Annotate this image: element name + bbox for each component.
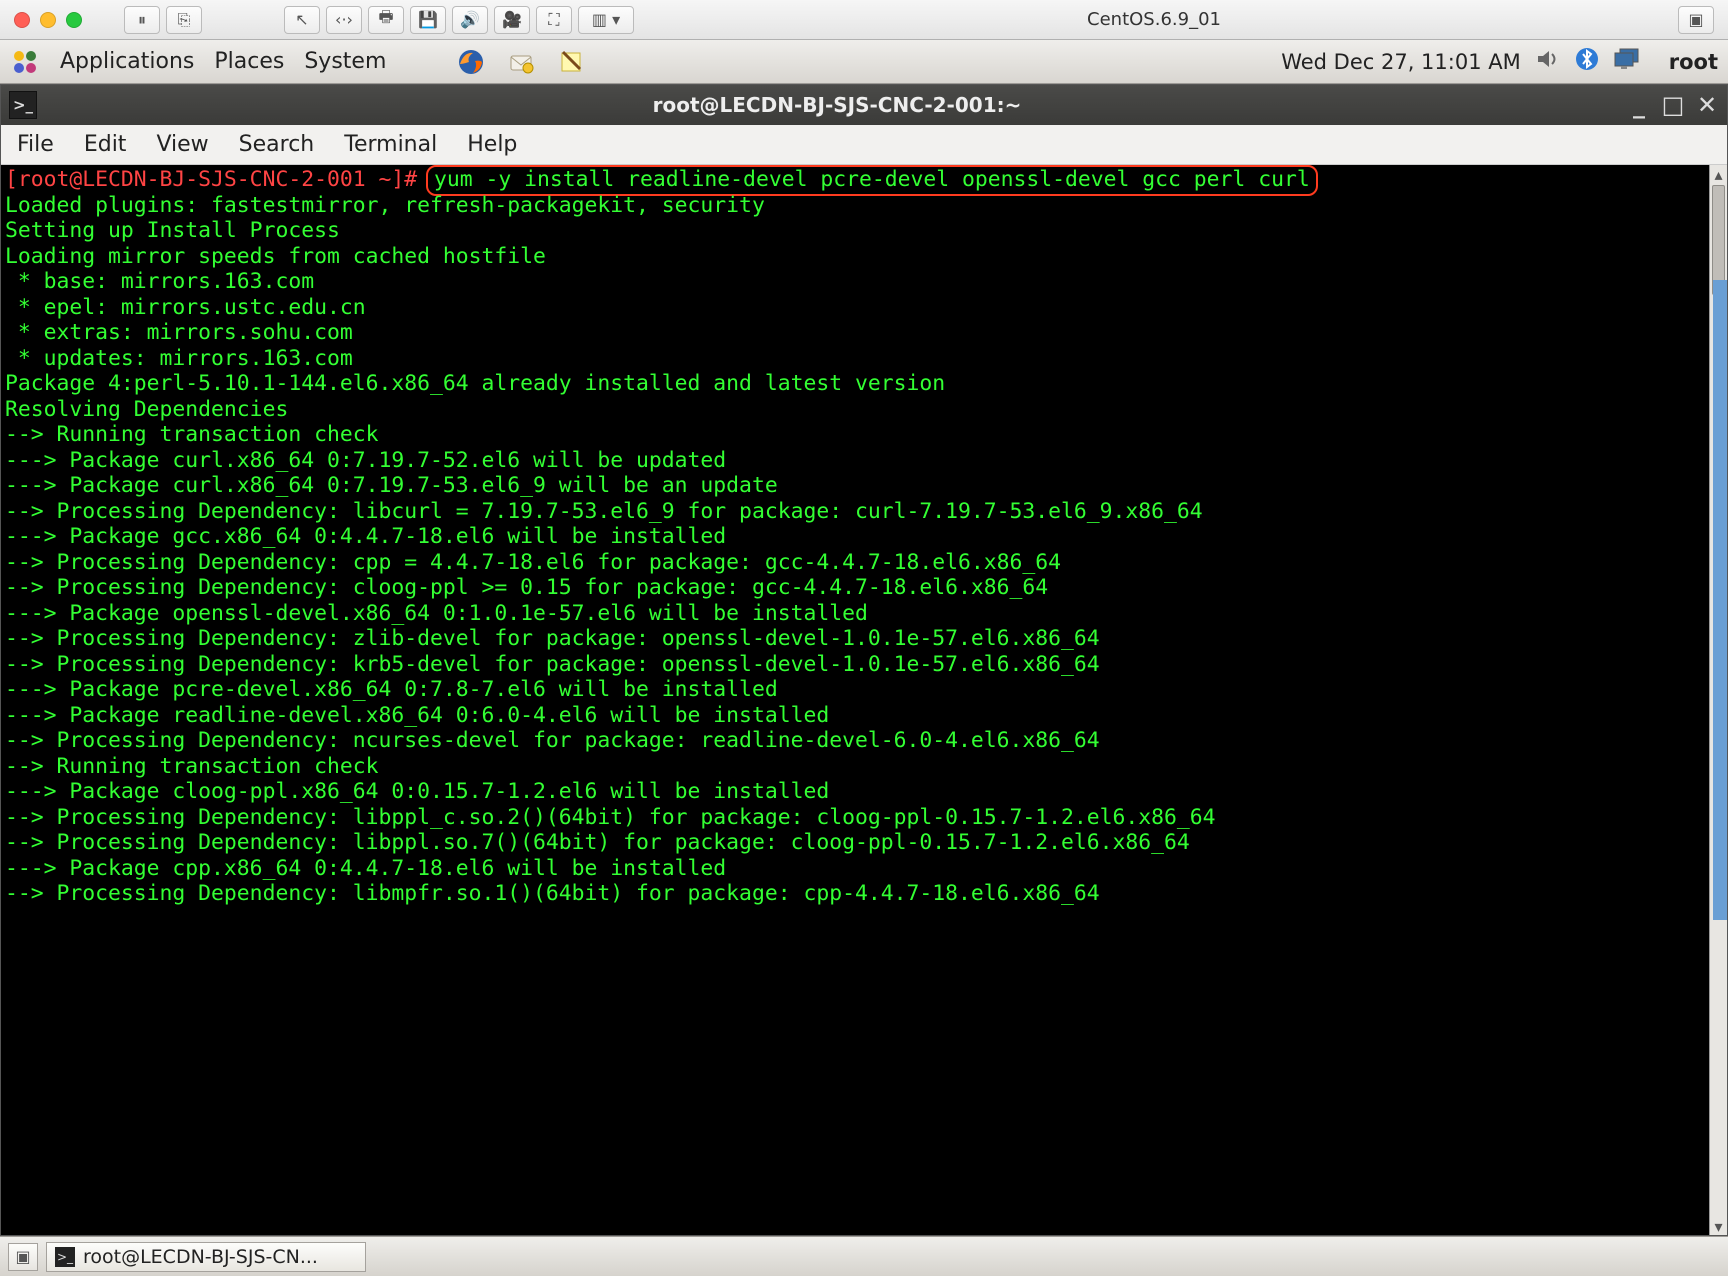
terminal-output[interactable]: [root@LECDN-BJ-SJS-CNC-2-001 ~]# yum -y … (1, 165, 1727, 909)
vm-audio-icon[interactable]: 🔊 (452, 6, 488, 34)
window-minimize-button[interactable]: _ (1627, 91, 1651, 119)
menu-view[interactable]: View (156, 132, 208, 157)
menu-terminal[interactable]: Terminal (344, 132, 437, 157)
mac-close-button[interactable] (14, 12, 30, 28)
terminal-title: root@LECDN-BJ-SJS-CNC-2-001:~ (47, 93, 1627, 117)
menu-places[interactable]: Places (214, 49, 284, 74)
menu-system[interactable]: System (304, 49, 386, 74)
mac-tabs-button[interactable]: ▣ (1678, 6, 1714, 34)
menu-help[interactable]: Help (467, 132, 517, 157)
display-icon[interactable] (1613, 47, 1641, 76)
terminal-titlebar[interactable]: >_ root@LECDN-BJ-SJS-CNC-2-001:~ _ □ ✕ (1, 85, 1727, 125)
distro-logo-icon[interactable] (10, 47, 40, 77)
host-scroll-indicator (1713, 280, 1727, 920)
terminal-menubar: File Edit View Search Terminal Help (1, 125, 1727, 165)
mail-launcher-icon[interactable] (506, 47, 536, 77)
shell-prompt: [root@LECDN-BJ-SJS-CNC-2-001 ~]# (5, 167, 430, 192)
scrollbar-thumb[interactable] (1712, 185, 1725, 295)
vm-cursor-icon[interactable]: ↖ (284, 6, 320, 34)
scroll-down-button[interactable]: ▾ (1710, 1217, 1727, 1235)
menu-applications[interactable]: Applications (60, 49, 194, 74)
taskbar-entry-label: root@LECDN-BJ-SJS-CN... (83, 1246, 318, 1268)
vm-pause-button[interactable]: ⏸ (124, 6, 160, 34)
menu-edit[interactable]: Edit (84, 132, 127, 157)
vm-disk-icon[interactable]: 💾 (410, 6, 446, 34)
scroll-up-button[interactable]: ▴ (1710, 165, 1727, 183)
gnome-top-panel: Applications Places System Wed Dec 27, 1… (0, 40, 1728, 84)
vm-title: CentOS.6.9_01 (646, 9, 1662, 30)
vm-camera-icon[interactable]: 🎥 (494, 6, 530, 34)
vm-view-menu[interactable]: ▥ ▾ (578, 6, 634, 34)
notes-launcher-icon[interactable] (556, 47, 586, 77)
volume-icon[interactable] (1535, 46, 1561, 77)
window-close-button[interactable]: ✕ (1695, 91, 1719, 119)
terminal-window: >_ root@LECDN-BJ-SJS-CNC-2-001:~ _ □ ✕ F… (0, 84, 1728, 1236)
window-maximize-button[interactable]: □ (1661, 91, 1685, 119)
terminal-task-icon: >_ (55, 1247, 75, 1267)
user-menu[interactable]: root (1669, 50, 1718, 74)
terminal-app-icon: >_ (9, 91, 37, 119)
firefox-launcher-icon[interactable] (456, 47, 486, 77)
taskbar-entry-terminal[interactable]: >_ root@LECDN-BJ-SJS-CN... (46, 1242, 366, 1272)
menu-file[interactable]: File (17, 132, 54, 157)
clock[interactable]: Wed Dec 27, 11:01 AM (1281, 50, 1521, 74)
command-highlight: yum -y install readline-devel pcre-devel… (426, 165, 1318, 196)
macos-titlebar: ⏸ ⎘ ↖ ‹·› 🖶 💾 🔊 🎥 ⛶ ▥ ▾ CentOS.6.9_01 ▣ (0, 0, 1728, 40)
vm-fullscreen-icon[interactable]: ⛶ (536, 6, 572, 34)
show-desktop-button[interactable]: ▣ (8, 1243, 38, 1271)
vm-resize-icon[interactable]: ‹·› (326, 6, 362, 34)
bluetooth-icon[interactable] (1575, 47, 1599, 76)
menu-search[interactable]: Search (239, 132, 315, 157)
terminal-body[interactable]: [root@LECDN-BJ-SJS-CNC-2-001 ~]# yum -y … (1, 165, 1727, 1235)
vm-printer-icon[interactable]: 🖶 (368, 6, 404, 34)
mac-zoom-button[interactable] (66, 12, 82, 28)
vm-snapshot-button[interactable]: ⎘ (166, 6, 202, 34)
gnome-bottom-panel: ▣ >_ root@LECDN-BJ-SJS-CN... (0, 1236, 1728, 1276)
mac-minimize-button[interactable] (40, 12, 56, 28)
